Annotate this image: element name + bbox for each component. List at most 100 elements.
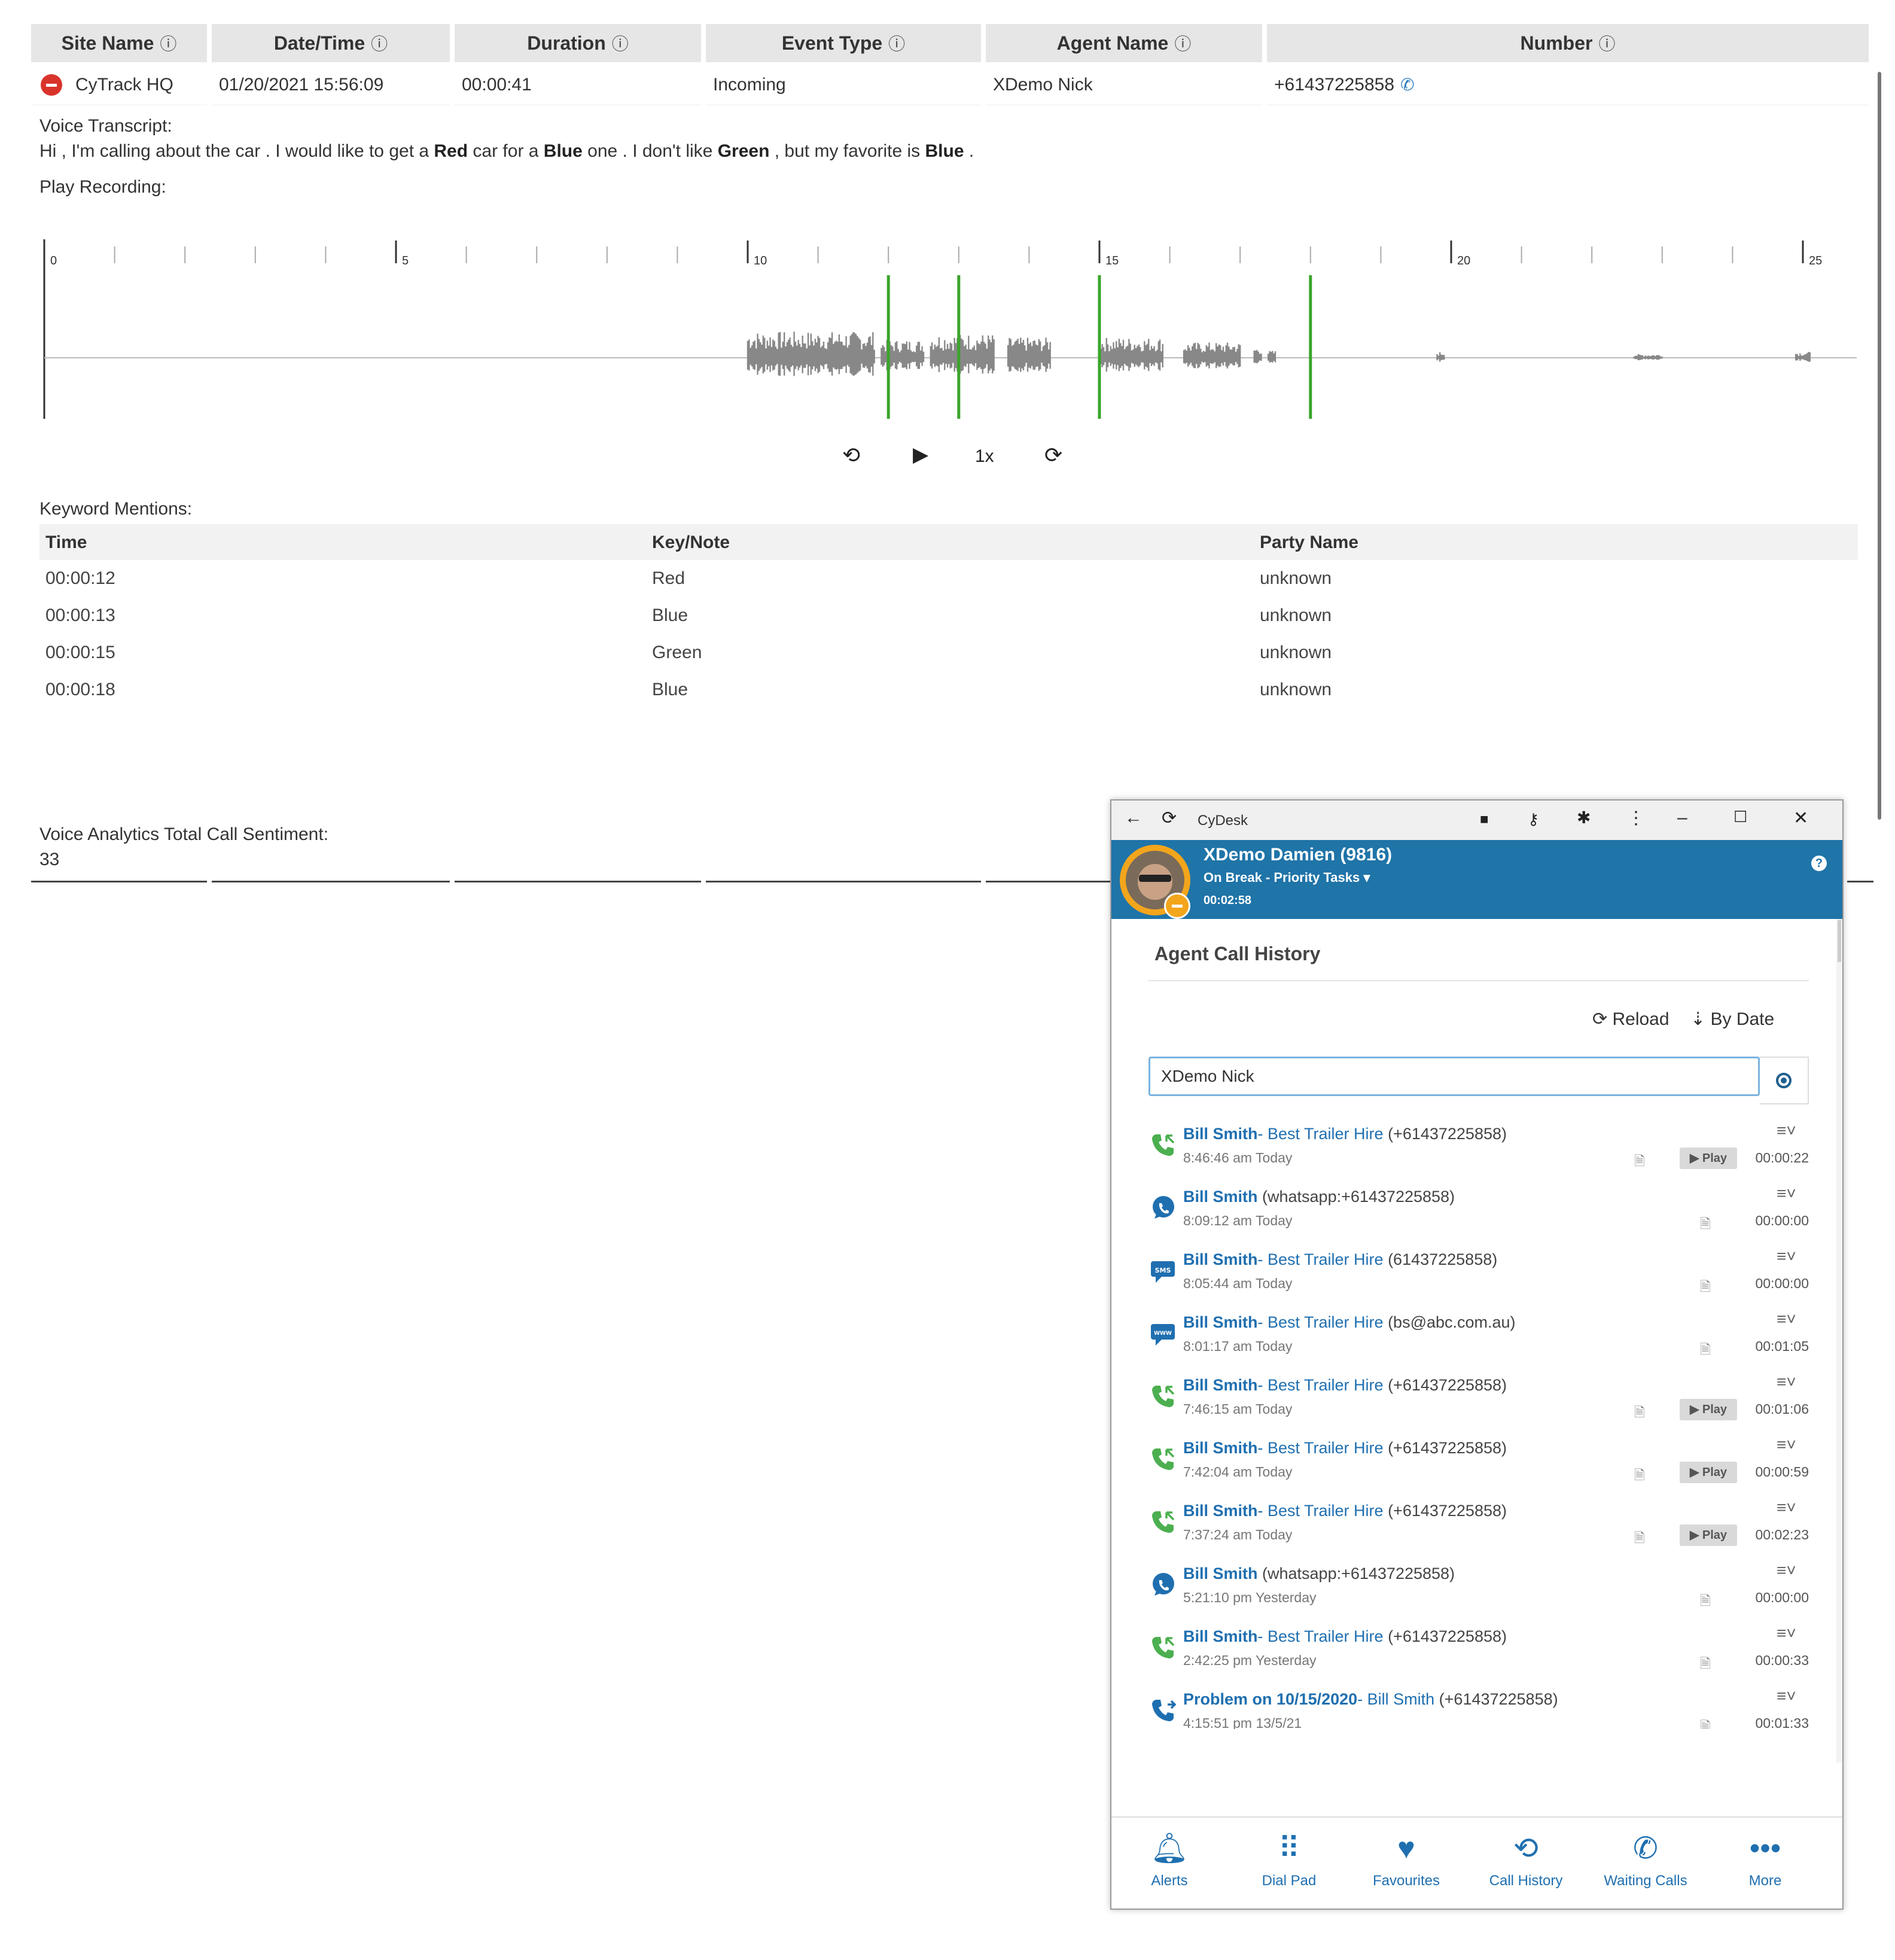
contact-name[interactable]: Problem on 10/15/2020 <box>1183 1690 1357 1708</box>
note-icon[interactable]: 🗎︎ <box>1700 1716 1711 1729</box>
playback-speed[interactable]: 1x <box>975 446 994 467</box>
call-history-item[interactable]: Bill Smith- Best Trailer Hire (+61437225… <box>1111 1372 1829 1437</box>
column-header-event-type[interactable]: Event Type ⓘ <box>706 24 981 62</box>
note-icon[interactable]: 🗎︎ <box>1700 1591 1711 1614</box>
item-menu-icon[interactable]: ≡˅ <box>1777 1624 1796 1643</box>
nav-call-history[interactable]: ⟲ Call History <box>1475 1828 1577 1889</box>
audio-waveform[interactable]: 0 5 10 15 20 25 <box>38 239 1875 431</box>
call-history-item[interactable]: Problem on 10/15/2020- Bill Smith (+6143… <box>1111 1687 1829 1729</box>
keyword-row[interactable]: 00:00:18 Blue unknown <box>39 671 1858 708</box>
contact-org[interactable]: - Best Trailer Hire <box>1258 1313 1384 1331</box>
contact-name[interactable]: Bill Smith <box>1183 1627 1258 1645</box>
nav-more[interactable]: ••• More <box>1714 1828 1816 1889</box>
note-icon[interactable]: 🗎︎ <box>1634 1528 1645 1551</box>
agent-status-dropdown[interactable]: On Break - Priority Tasks ▾ <box>1204 870 1370 885</box>
call-title[interactable]: Bill Smith- Best Trailer Hire (bs@abc.co… <box>1183 1313 1516 1332</box>
note-icon[interactable]: 🗎︎ <box>1634 1151 1645 1174</box>
reload-button[interactable]: ⟳ Reload <box>1592 1009 1669 1030</box>
contact-org[interactable]: - Bill Smith <box>1357 1690 1434 1708</box>
contact-name[interactable]: Bill Smith <box>1183 1188 1258 1206</box>
call-history-item[interactable]: Bill Smith (whatsapp:+61437225858) 5:21:1… <box>1111 1561 1829 1626</box>
call-title[interactable]: Bill Smith- Best Trailer Hire (+61437225… <box>1183 1125 1507 1143</box>
item-menu-icon[interactable]: ≡˅ <box>1777 1687 1796 1706</box>
search-input[interactable] <box>1148 1057 1760 1096</box>
play-icon[interactable]: ▶ <box>913 443 928 467</box>
call-history-item[interactable]: Bill Smith- Best Trailer Hire (+61437225… <box>1111 1624 1829 1688</box>
note-icon[interactable]: 🗎︎ <box>1634 1402 1645 1425</box>
item-menu-icon[interactable]: ≡˅ <box>1777 1435 1796 1454</box>
info-icon[interactable]: ⓘ <box>1598 31 1615 55</box>
phone-icon[interactable]: ✆ <box>1400 75 1414 95</box>
note-icon[interactable]: 🗎︎ <box>1634 1465 1645 1488</box>
minimize-icon[interactable]: – <box>1677 808 1687 828</box>
contact-name[interactable]: Bill Smith <box>1183 1125 1258 1143</box>
cydesk-scrollbar-thumb[interactable] <box>1838 920 1841 962</box>
info-icon[interactable]: ⓘ <box>612 31 629 55</box>
contact-org[interactable]: - Best Trailer Hire <box>1258 1250 1384 1268</box>
clear-search-button[interactable] <box>1760 1057 1809 1104</box>
call-history-item[interactable]: Bill Smith- Best Trailer Hire (+61437225… <box>1111 1435 1829 1500</box>
contact-org[interactable]: - Best Trailer Hire <box>1258 1376 1384 1394</box>
nav-waiting-calls[interactable]: ✆ Waiting Calls <box>1595 1828 1696 1889</box>
item-menu-icon[interactable]: ≡˅ <box>1777 1561 1796 1580</box>
call-title[interactable]: Bill Smith- Best Trailer Hire (+61437225… <box>1183 1627 1507 1646</box>
forward-icon[interactable]: ⟳ <box>1044 443 1062 468</box>
column-header-date-time[interactable]: Date/Time ⓘ <box>212 24 450 62</box>
contact-name[interactable]: Bill Smith <box>1183 1439 1258 1457</box>
call-history-item[interactable]: SMS Bill Smith- Best Trailer Hire (614372… <box>1111 1247 1829 1311</box>
call-history-item[interactable]: Bill Smith (whatsapp:+61437225858) 8:09:1… <box>1111 1184 1829 1249</box>
item-menu-icon[interactable]: ≡˅ <box>1777 1310 1796 1329</box>
keyword-row[interactable]: 00:00:12 Red unknown <box>39 560 1858 597</box>
stop-icon[interactable] <box>41 74 62 96</box>
note-icon[interactable]: 🗎︎ <box>1700 1340 1711 1362</box>
call-title[interactable]: Problem on 10/15/2020- Bill Smith (+6143… <box>1183 1690 1558 1709</box>
nav-dial-pad[interactable]: ⠿ Dial Pad <box>1238 1828 1340 1889</box>
contact-name[interactable]: Bill Smith <box>1183 1502 1258 1520</box>
info-icon[interactable]: ⓘ <box>160 31 176 55</box>
item-menu-icon[interactable]: ≡˅ <box>1777 1498 1796 1517</box>
item-menu-icon[interactable]: ≡˅ <box>1777 1121 1796 1140</box>
contact-org[interactable]: - Best Trailer Hire <box>1258 1439 1384 1457</box>
column-header-agent-name[interactable]: Agent Name ⓘ <box>986 24 1262 62</box>
call-title[interactable]: Bill Smith (whatsapp:+61437225858) <box>1183 1188 1455 1206</box>
note-icon[interactable]: 🗎︎ <box>1700 1654 1711 1676</box>
puzzle-icon[interactable]: ✱ <box>1577 808 1591 827</box>
rewind-icon[interactable]: ⟲ <box>842 443 860 468</box>
back-icon[interactable]: ← <box>1125 808 1143 828</box>
keyword-row[interactable]: 00:00:15 Green unknown <box>39 634 1858 671</box>
key-icon[interactable]: ⚷ <box>1528 810 1539 829</box>
close-icon[interactable]: ✕ <box>1793 808 1808 829</box>
call-title[interactable]: Bill Smith- Best Trailer Hire (+61437225… <box>1183 1502 1507 1520</box>
report-scrollbar-thumb[interactable] <box>1878 72 1881 820</box>
note-icon[interactable]: 🗎︎ <box>1700 1214 1711 1237</box>
cydesk-scrollbar[interactable] <box>1836 919 1842 1763</box>
contact-name[interactable]: Bill Smith <box>1183 1250 1258 1268</box>
call-history-item[interactable]: Bill Smith- Best Trailer Hire (+61437225… <box>1111 1121 1829 1186</box>
item-menu-icon[interactable]: ≡˅ <box>1777 1184 1796 1203</box>
item-menu-icon[interactable]: ≡˅ <box>1777 1247 1796 1266</box>
call-title[interactable]: Bill Smith (whatsapp:+61437225858) <box>1183 1565 1455 1583</box>
sort-by-date-button[interactable]: ⇣ By Date <box>1690 1009 1774 1030</box>
call-history-item[interactable]: Bill Smith- Best Trailer Hire (+61437225… <box>1111 1498 1829 1563</box>
column-header-duration[interactable]: Duration ⓘ <box>455 24 701 62</box>
contact-name[interactable]: Bill Smith <box>1183 1565 1258 1582</box>
contact-org[interactable]: - Best Trailer Hire <box>1258 1627 1384 1645</box>
contact-org[interactable]: - Best Trailer Hire <box>1258 1125 1384 1143</box>
nav-favourites[interactable]: ♥ Favourites <box>1355 1828 1457 1889</box>
call-title[interactable]: Bill Smith- Best Trailer Hire (614372258… <box>1183 1250 1497 1269</box>
contact-org[interactable]: - Best Trailer Hire <box>1258 1502 1384 1520</box>
item-menu-icon[interactable]: ≡˅ <box>1777 1372 1796 1392</box>
help-icon[interactable]: ? <box>1811 856 1827 871</box>
contact-name[interactable]: Bill Smith <box>1183 1313 1258 1331</box>
maximize-icon[interactable]: ☐ <box>1733 808 1747 826</box>
info-icon[interactable]: ⓘ <box>1174 31 1191 55</box>
column-header-number[interactable]: Number ⓘ <box>1267 24 1869 62</box>
call-title[interactable]: Bill Smith- Best Trailer Hire (+61437225… <box>1183 1439 1507 1457</box>
info-icon[interactable]: ⓘ <box>371 31 388 55</box>
call-history-item[interactable]: WWW Bill Smith- Best Trailer Hire (bs@abc… <box>1111 1310 1829 1374</box>
contact-name[interactable]: Bill Smith <box>1183 1376 1258 1394</box>
column-header-site-name[interactable]: Site Name ⓘ <box>31 24 207 62</box>
call-title[interactable]: Bill Smith- Best Trailer Hire (+61437225… <box>1183 1376 1507 1395</box>
video-icon[interactable]: ■ <box>1480 811 1489 828</box>
kebab-menu-icon[interactable]: ⋮ <box>1627 808 1645 829</box>
